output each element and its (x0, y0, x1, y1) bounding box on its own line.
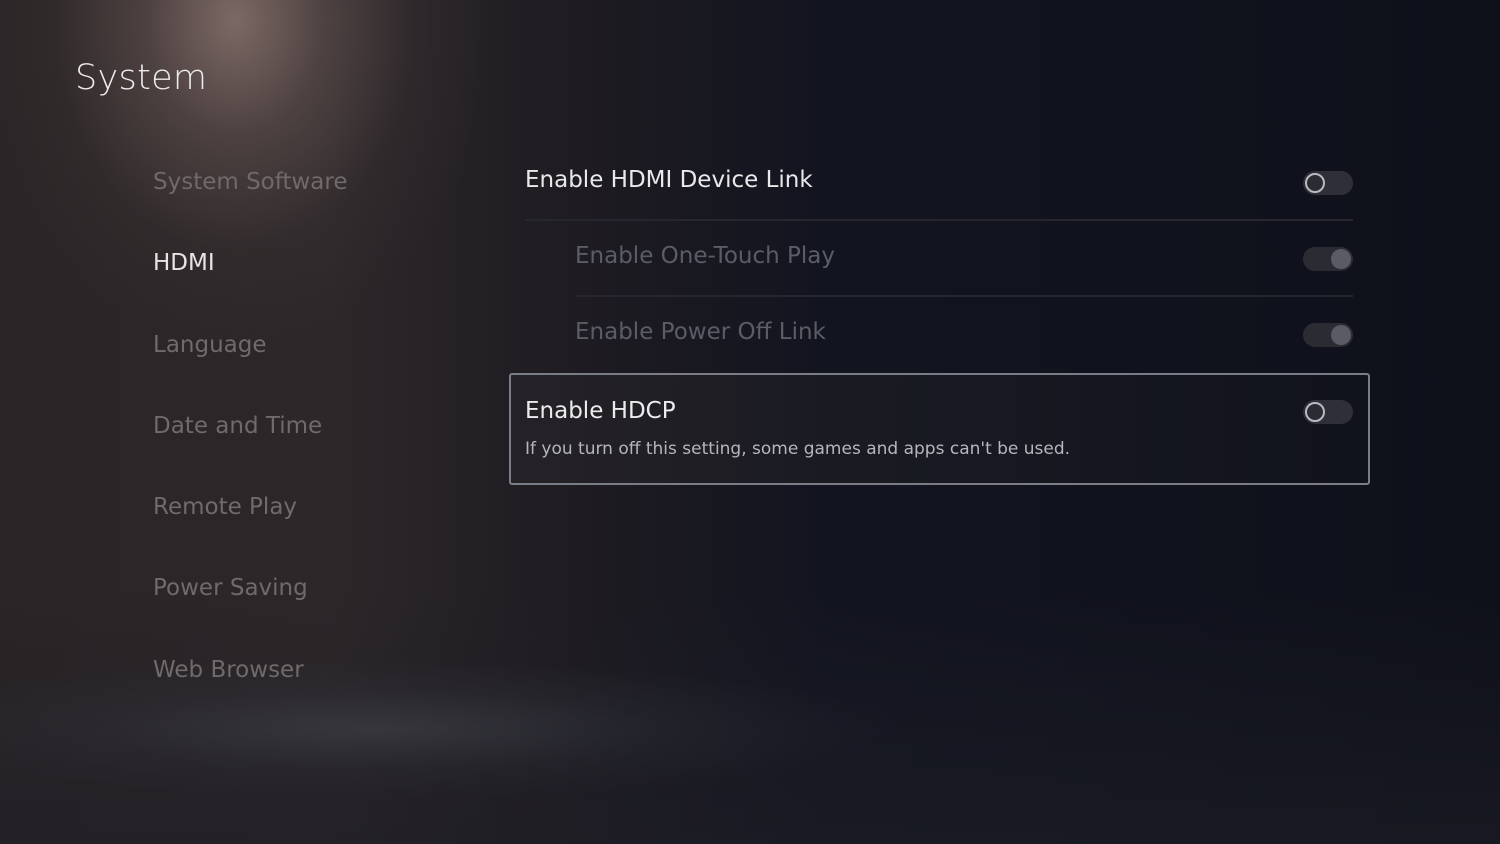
power-off-link-toggle (1303, 323, 1353, 347)
sidebar-item-system-software[interactable]: System Software (153, 162, 347, 243)
sidebar-item-language[interactable]: Language (153, 325, 347, 406)
setting-hdcp[interactable]: Enable HDCP If you turn off this setting… (509, 373, 1370, 485)
sidebar-item-date-and-time[interactable]: Date and Time (153, 406, 347, 487)
setting-label: Enable One-Touch Play (575, 243, 835, 269)
toggle-knob (1305, 173, 1325, 193)
toggle-knob (1305, 402, 1325, 422)
hdcp-toggle[interactable] (1303, 400, 1353, 424)
setting-label: Enable HDCP (525, 398, 676, 424)
setting-label: Enable Power Off Link (575, 319, 826, 345)
toggle-knob (1331, 249, 1351, 269)
toggle-knob (1331, 325, 1351, 345)
sidebar-item-power-saving[interactable]: Power Saving (153, 568, 347, 649)
sidebar: System Software HDMI Language Date and T… (153, 162, 347, 731)
setting-power-off-link: Enable Power Off Link (509, 297, 1370, 373)
sidebar-item-remote-play[interactable]: Remote Play (153, 487, 347, 568)
settings-panel: Enable HDMI Device Link Enable One-Touch… (509, 145, 1370, 485)
setting-one-touch-play: Enable One-Touch Play (509, 221, 1370, 297)
hdmi-device-link-toggle[interactable] (1303, 171, 1353, 195)
page-title: System (75, 58, 208, 98)
one-touch-play-toggle (1303, 247, 1353, 271)
sidebar-item-hdmi[interactable]: HDMI (153, 243, 347, 324)
setting-description: If you turn off this setting, some games… (525, 439, 1071, 459)
sidebar-item-web-browser[interactable]: Web Browser (153, 650, 347, 731)
setting-hdmi-device-link[interactable]: Enable HDMI Device Link (509, 145, 1370, 221)
setting-label: Enable HDMI Device Link (525, 167, 813, 193)
